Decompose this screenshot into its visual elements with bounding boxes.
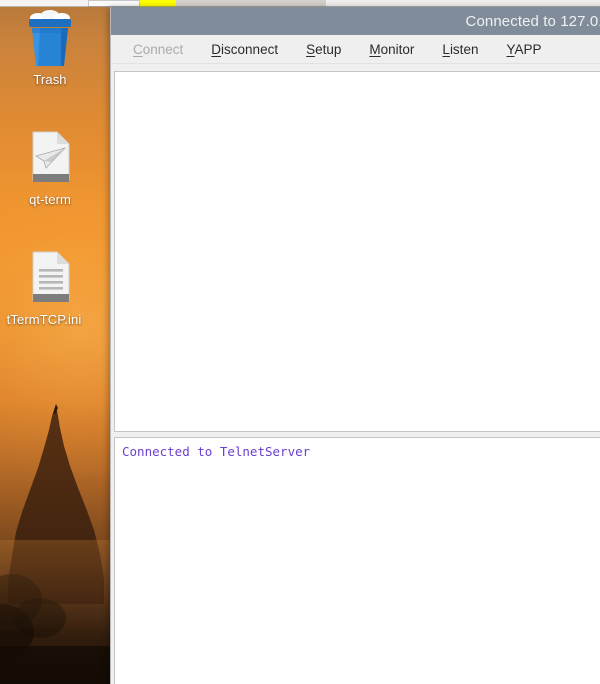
menu-mnemonic: L xyxy=(442,41,450,57)
desktop-icon-label: Trash xyxy=(33,72,67,87)
desktop-icon-trash[interactable]: Trash xyxy=(2,6,98,87)
menu-mnemonic: S xyxy=(306,41,316,57)
menu-label-rest: onnect xyxy=(142,41,184,57)
menu-item-disconnect[interactable]: Disconnect xyxy=(211,40,278,59)
menu-label-rest: onitor xyxy=(380,41,415,57)
desktop-icon-label: tTermTCP.ini xyxy=(6,312,82,327)
menu-item-listen[interactable]: Listen xyxy=(442,40,478,59)
desktop-icon-label: qt-term xyxy=(29,192,71,207)
menu-label-rest: isconnect xyxy=(221,41,279,57)
menu-label-rest: isten xyxy=(449,41,479,57)
trash-bin-icon xyxy=(2,6,98,68)
monitor-pane[interactable] xyxy=(114,71,600,432)
window-title: Connected to 127.0.1 xyxy=(465,12,600,30)
monitor-pane-text xyxy=(115,72,600,78)
wallpaper-foliage-silhouette xyxy=(0,574,114,684)
screen: Trash qt-term tTermTCP.ini Connected to … xyxy=(0,0,600,684)
terminal-pane[interactable]: Connected to TelnetServer xyxy=(114,437,600,684)
menubar: Connect Disconnect Setup Monitor Listen … xyxy=(111,35,600,64)
menu-item-connect[interactable]: Connect xyxy=(133,40,183,59)
document-paper-plane-icon xyxy=(2,126,98,188)
menu-item-monitor[interactable]: Monitor xyxy=(369,40,414,59)
menu-mnemonic: C xyxy=(133,41,143,57)
window-titlebar[interactable]: Connected to 127.0.1 xyxy=(111,7,600,35)
desktop-icon-qttermtcp-ini[interactable]: tTermTCP.ini xyxy=(2,246,98,327)
menu-label-rest: APP xyxy=(514,41,542,57)
qttermtcp-window: Connected to 127.0.1 Connect Disconnect … xyxy=(110,7,600,684)
menu-item-setup[interactable]: Setup xyxy=(306,40,341,59)
menu-mnemonic: M xyxy=(369,41,381,57)
menu-label-rest: etup xyxy=(315,41,342,57)
panes-container: Connected to TelnetServer xyxy=(111,71,600,684)
document-lines-icon xyxy=(2,246,98,308)
menu-item-yapp[interactable]: YAPP xyxy=(506,40,541,59)
desktop-icon-qt-term[interactable]: qt-term xyxy=(2,126,98,207)
menu-mnemonic: D xyxy=(211,41,222,57)
terminal-pane-text: Connected to TelnetServer xyxy=(122,444,311,459)
